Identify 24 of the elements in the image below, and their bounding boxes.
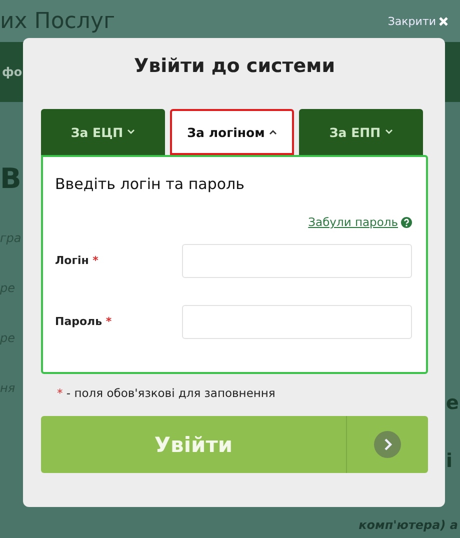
field-label: Пароль * [55, 315, 113, 328]
chevron-down-icon [127, 129, 136, 135]
input-field[interactable] [182, 304, 412, 338]
chevron-up-icon [268, 129, 277, 135]
page-text: і [446, 450, 454, 472]
login-tab[interactable]: За ЕЦП [41, 109, 165, 155]
required-note: * - поля обов'язкові для заповнення [57, 386, 276, 400]
page-text: е [446, 392, 460, 414]
nav-item[interactable]: фо [2, 65, 22, 79]
input-field[interactable] [182, 244, 412, 278]
close-icon [439, 16, 448, 26]
panel-heading: Введіть логін та пароль [55, 175, 246, 193]
page-text: комп'ютера) а [358, 518, 458, 532]
close-link[interactable]: Закрити [388, 14, 448, 28]
help-icon [401, 216, 412, 228]
login-tab[interactable]: За логіном [170, 109, 294, 155]
arrow-right-icon [374, 431, 401, 458]
forgot-password-link[interactable]: Забули пароль [308, 215, 398, 229]
page-heading: В [0, 162, 22, 195]
dialog-title: Увійти до системи [132, 55, 336, 77]
chevron-down-icon [384, 129, 393, 135]
field-label: Логін * [55, 254, 100, 267]
login-tab[interactable]: За ЕПП [299, 109, 423, 155]
site-title: их Послуг [0, 8, 116, 34]
